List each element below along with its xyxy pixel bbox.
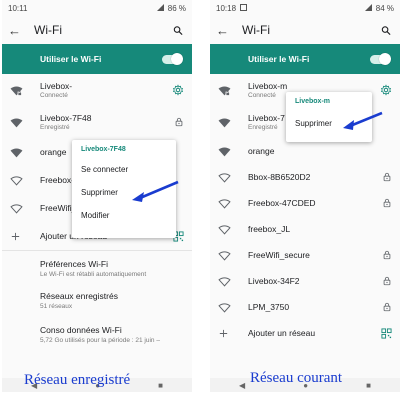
wifi-outline-icon <box>218 301 231 314</box>
settings-item-title: Réseaux enregistrés <box>40 291 118 301</box>
qr-code-icon[interactable] <box>381 328 392 339</box>
network-name: Bbox-8B6520D2 <box>248 172 311 182</box>
page-title: Wi-Fi <box>242 23 270 37</box>
wifi-icon <box>10 146 23 159</box>
wifi-toggle-label: Utiliser le Wi-Fi <box>248 54 310 64</box>
wifi-toggle-row[interactable]: Utiliser le Wi-Fi <box>2 44 192 74</box>
network-row[interactable]: freebox_JL <box>210 216 400 242</box>
network-row[interactable]: LPM_3750 <box>210 294 400 320</box>
app-bar: ← Wi-Fi <box>2 16 192 44</box>
network-row[interactable]: Livebox-7F48 Enregistré <box>2 106 192 138</box>
settings-item-subtitle: 5,72 Go utilisés pour la période : 21 ju… <box>40 337 160 344</box>
add-network-row[interactable]: Ajouter un réseau <box>210 320 400 346</box>
network-row[interactable]: Bbox-8B6520D2 <box>210 164 400 190</box>
network-status: Connecté <box>40 92 68 99</box>
search-icon[interactable] <box>170 25 186 36</box>
popup-header: Livebox-m <box>295 98 331 105</box>
caption-saved-network: Réseau enregistré <box>24 372 131 388</box>
wifi-outline-icon <box>10 174 23 187</box>
settings-item[interactable]: Conso données Wi-Fi 5,72 Go utilisés pou… <box>2 319 192 353</box>
gear-icon[interactable] <box>380 84 392 96</box>
battery-text: 84 % <box>375 3 394 13</box>
nav-recents-icon[interactable]: ■ <box>366 381 371 390</box>
lock-icon <box>382 302 392 312</box>
image-notification-icon <box>240 3 248 13</box>
network-name: Freebox-47CDED <box>248 198 316 208</box>
annotation-arrow <box>132 180 179 202</box>
network-name: freebox_JL <box>248 224 291 234</box>
wifi-outline-icon <box>218 197 231 210</box>
signal-icon <box>364 4 372 11</box>
lock-icon <box>382 172 392 182</box>
settings-item-title: Préférences Wi-Fi <box>40 259 109 269</box>
add-network-label: Ajouter un réseau <box>248 328 316 338</box>
wifi-outline-icon <box>10 202 23 215</box>
settings-item[interactable]: Préférences Wi-Fi Le Wi-Fi est rétabli a… <box>2 251 192 285</box>
wifi-outline-icon <box>218 249 231 262</box>
annotation-arrow <box>343 111 383 130</box>
signal-icon <box>156 4 164 11</box>
lock-icon <box>382 198 392 208</box>
wifi-switch[interactable] <box>370 53 391 65</box>
wifi-switch[interactable] <box>162 53 183 65</box>
network-name: Livebox-m <box>248 81 288 91</box>
wifi-locked-icon <box>10 84 23 97</box>
network-status: Enregistré <box>40 124 70 131</box>
page-title: Wi-Fi <box>34 23 62 37</box>
wifi-icon <box>218 145 231 158</box>
back-arrow-icon[interactable]: ← <box>216 23 232 38</box>
battery-text: 86 % <box>167 3 186 13</box>
status-bar: 10:11 86 % <box>2 0 192 16</box>
settings-item-subtitle: 51 réseaux <box>40 303 73 310</box>
back-arrow-icon[interactable]: ← <box>8 23 24 38</box>
caption-current-network: Réseau courant <box>250 370 343 386</box>
network-row[interactable]: Freebox-47CDED <box>210 190 400 216</box>
network-name: Livebox- <box>40 81 73 91</box>
settings-item-title: Conso données Wi-Fi <box>40 325 122 335</box>
network-name: Livebox-7F48 <box>40 113 92 123</box>
menu-item-connect[interactable]: Se connecter <box>72 153 176 174</box>
phone-screen-current-network: 10:18 84 % ← Wi-Fi Utiliser le Wi-Fi Liv… <box>210 0 400 392</box>
network-row[interactable]: Livebox-34F2 <box>210 268 400 294</box>
network-row[interactable]: FreeWifi_secure <box>210 242 400 268</box>
nav-back-icon[interactable]: ◀ <box>239 381 245 390</box>
wifi-locked-icon <box>218 84 231 97</box>
network-row[interactable]: Livebox- Connecté <box>2 74 192 106</box>
lock-icon <box>382 276 392 286</box>
plus-icon <box>218 328 229 339</box>
wifi-toggle-row[interactable]: Utiliser le Wi-Fi <box>210 44 400 74</box>
wifi-toggle-label: Utiliser le Wi-Fi <box>40 54 102 64</box>
settings-item[interactable]: Réseaux enregistrés 51 réseaux <box>2 285 192 319</box>
status-time: 10:18 <box>216 3 237 13</box>
network-name: FreeWifi_secure <box>248 250 310 260</box>
wifi-outline-icon <box>218 171 231 184</box>
lock-icon <box>174 117 184 127</box>
status-time: 10:11 <box>8 3 28 13</box>
status-bar: 10:18 84 % <box>210 0 400 16</box>
search-icon[interactable] <box>378 25 394 36</box>
wifi-icon <box>218 116 231 129</box>
network-name: LPM_3750 <box>248 302 290 312</box>
network-name: Livebox-34F2 <box>248 276 300 286</box>
app-bar: ← Wi-Fi <box>210 16 400 44</box>
plus-icon <box>10 231 21 242</box>
popup-header: Livebox-7F48 <box>81 146 126 153</box>
nav-recents-icon[interactable]: ■ <box>158 381 163 390</box>
gear-icon[interactable] <box>172 84 184 96</box>
wifi-outline-icon <box>218 223 231 236</box>
settings-item-subtitle: Le Wi-Fi est rétabli automatiquement <box>40 271 147 278</box>
network-name: orange <box>248 146 275 156</box>
wifi-outline-icon <box>218 275 231 288</box>
lock-icon <box>382 250 392 260</box>
wifi-icon <box>10 116 23 129</box>
